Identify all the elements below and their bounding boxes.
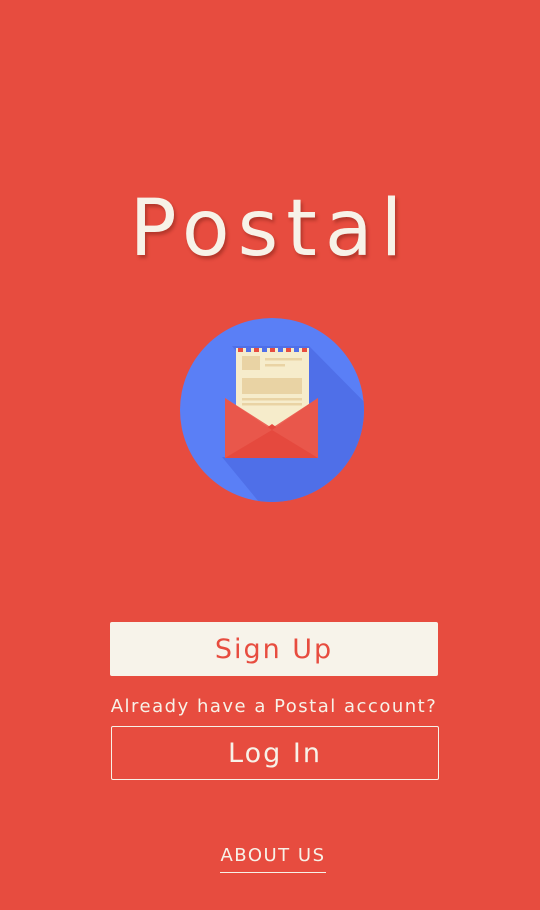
app-title: Postal	[129, 184, 411, 274]
account-prompt: Already have a Postal account?	[110, 696, 438, 717]
about-us-link-wrapper: ABOUT US	[0, 845, 540, 873]
envelope-letter-icon	[180, 318, 364, 502]
log-in-button[interactable]: Log In	[111, 726, 439, 780]
sign-up-button[interactable]: Sign Up	[110, 622, 438, 676]
about-us-link[interactable]: ABOUT US	[220, 845, 326, 873]
